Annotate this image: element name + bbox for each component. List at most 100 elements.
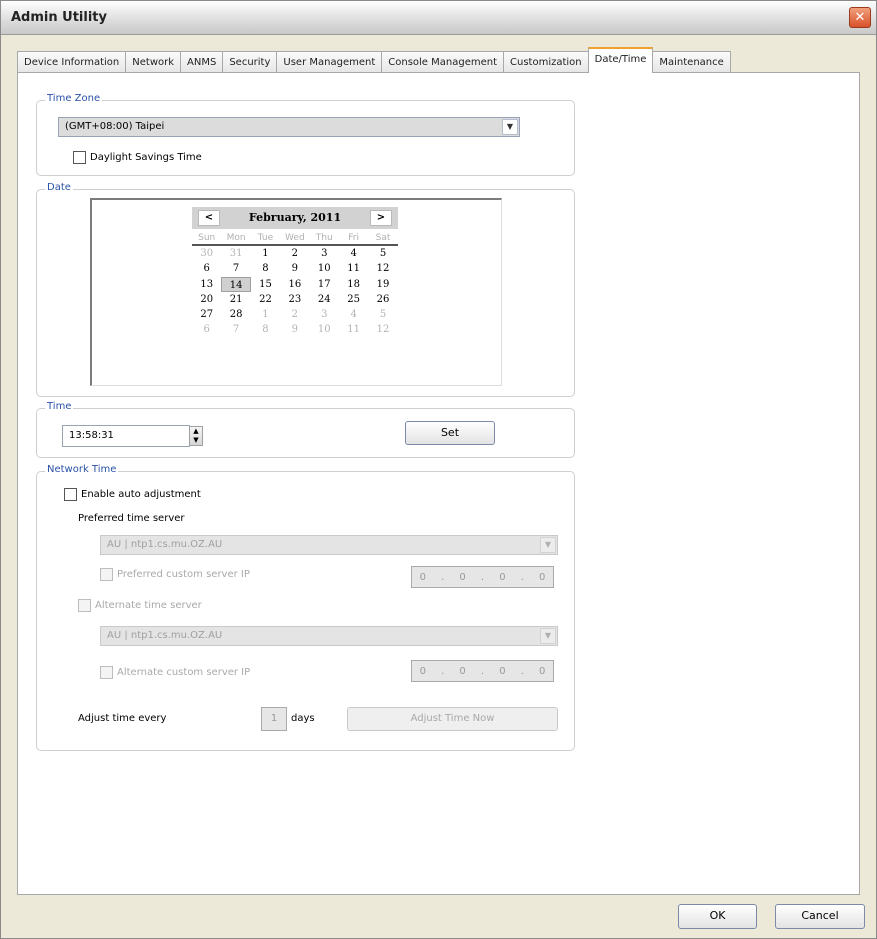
calendar-day[interactable]: 10 bbox=[310, 261, 339, 276]
calendar-day[interactable]: 8 bbox=[251, 322, 280, 337]
tab-maintenance[interactable]: Maintenance bbox=[652, 51, 731, 73]
calendar-day[interactable]: 19 bbox=[368, 277, 397, 292]
calendar-day[interactable]: 7 bbox=[221, 322, 250, 337]
calendar-day[interactable]: 20 bbox=[192, 292, 221, 307]
daylight-savings-label: Daylight Savings Time bbox=[90, 152, 202, 163]
calendar-day[interactable]: 7 bbox=[221, 261, 250, 276]
close-icon[interactable]: ✕ bbox=[849, 7, 871, 28]
time-spinner[interactable]: ▲ ▼ bbox=[189, 426, 203, 446]
ip-octet: 0 bbox=[419, 571, 426, 583]
calendar-day[interactable]: 15 bbox=[251, 277, 280, 292]
weekday-wed: Wed bbox=[280, 231, 310, 247]
calendar-day[interactable]: 12 bbox=[368, 261, 397, 276]
calendar-day[interactable]: 3 bbox=[310, 307, 339, 322]
calendar-day[interactable]: 16 bbox=[280, 277, 309, 292]
calendar-day[interactable]: 12 bbox=[368, 322, 397, 337]
calendar-day[interactable]: 21 bbox=[221, 292, 250, 307]
time-input[interactable]: 13:58:31 bbox=[62, 425, 190, 447]
calendar-week-row: 6 7 8 9 10 11 12 bbox=[192, 261, 398, 276]
time-zone-group: Time Zone (GMT+08:00) Taipei ▼ Daylight … bbox=[36, 93, 575, 176]
calendar-day[interactable]: 18 bbox=[339, 277, 368, 292]
preferred-custom-ip-label: Preferred custom server IP bbox=[117, 569, 250, 580]
calendar-day[interactable]: 11 bbox=[339, 261, 368, 276]
calendar-day[interactable]: 28 bbox=[221, 307, 250, 322]
alternate-server-select[interactable]: AU | ntp1.cs.mu.OZ.AU ▼ bbox=[100, 626, 558, 646]
ok-button[interactable]: OK bbox=[678, 904, 757, 929]
time-zone-select[interactable]: (GMT+08:00) Taipei ▼ bbox=[58, 117, 520, 137]
tab-user-management[interactable]: User Management bbox=[276, 51, 383, 73]
calendar-day[interactable]: 4 bbox=[339, 246, 368, 261]
alternate-ip-input[interactable]: 0. 0. 0. 0 bbox=[411, 660, 554, 682]
time-group: Time 13:58:31 ▲ ▼ Set bbox=[36, 401, 575, 458]
ip-octet: 0 bbox=[459, 571, 466, 583]
calendar-day[interactable]: 2 bbox=[280, 307, 309, 322]
calendar-day[interactable]: 23 bbox=[280, 292, 309, 307]
preferred-ip-input[interactable]: 0. 0. 0. 0 bbox=[411, 566, 554, 588]
calendar-day[interactable]: 9 bbox=[280, 322, 309, 337]
calendar-day[interactable]: 31 bbox=[221, 246, 250, 261]
weekday-sun: Sun bbox=[192, 231, 222, 247]
alternate-time-server-checkbox[interactable] bbox=[78, 599, 91, 612]
date-group: Date February, 2011 < > Sun Mon Tue Wed … bbox=[36, 182, 575, 397]
adjust-time-now-button[interactable]: Adjust Time Now bbox=[347, 707, 558, 731]
calendar-day[interactable]: 4 bbox=[339, 307, 368, 322]
calendar-day[interactable]: 17 bbox=[310, 277, 339, 292]
calendar-day[interactable]: 5 bbox=[368, 307, 397, 322]
alternate-custom-ip-label: Alternate custom server IP bbox=[117, 667, 251, 678]
calendar-day[interactable]: 10 bbox=[310, 322, 339, 337]
calendar-day[interactable]: 1 bbox=[251, 246, 280, 261]
calendar-prev-button[interactable]: < bbox=[198, 210, 220, 226]
ip-octet: 0 bbox=[499, 571, 506, 583]
date-legend: Date bbox=[45, 182, 73, 193]
chevron-down-icon[interactable]: ▼ bbox=[540, 537, 556, 553]
chevron-down-icon[interactable]: ▼ bbox=[502, 119, 518, 135]
calendar-day[interactable]: 9 bbox=[280, 261, 309, 276]
weekday-fri: Fri bbox=[338, 231, 369, 247]
weekday-mon: Mon bbox=[221, 231, 251, 247]
cancel-button[interactable]: Cancel bbox=[775, 904, 865, 929]
calendar-day[interactable]: 6 bbox=[192, 322, 221, 337]
chevron-down-icon[interactable]: ▼ bbox=[540, 628, 556, 644]
calendar-day[interactable]: 30 bbox=[192, 246, 221, 261]
calendar-day[interactable]: 1 bbox=[251, 307, 280, 322]
calendar-day[interactable]: 24 bbox=[310, 292, 339, 307]
tab-bar: Device Information Network ANMS Security… bbox=[17, 47, 731, 73]
tab-security[interactable]: Security bbox=[222, 51, 278, 73]
ip-octet: 0 bbox=[459, 665, 466, 677]
calendar-day[interactable]: 11 bbox=[339, 322, 368, 337]
daylight-savings-checkbox[interactable] bbox=[73, 151, 86, 164]
calendar-day[interactable]: 25 bbox=[339, 292, 368, 307]
calendar-day[interactable]: 27 bbox=[192, 307, 221, 322]
calendar-day[interactable]: 13 bbox=[192, 277, 221, 292]
calendar-day[interactable]: 26 bbox=[368, 292, 397, 307]
enable-auto-adjustment-checkbox[interactable] bbox=[64, 488, 77, 501]
preferred-custom-ip-checkbox[interactable] bbox=[100, 568, 113, 581]
set-time-button[interactable]: Set bbox=[405, 421, 495, 445]
tab-device-information[interactable]: Device Information bbox=[17, 51, 127, 73]
calendar-day[interactable]: 22 bbox=[251, 292, 280, 307]
tab-date-time[interactable]: Date/Time bbox=[587, 47, 654, 73]
calendar-day[interactable]: 3 bbox=[310, 246, 339, 261]
days-label: days bbox=[291, 713, 315, 724]
calendar-weekday-row: Sun Mon Tue Wed Thu Fri Sat bbox=[192, 231, 398, 247]
calendar-next-button[interactable]: > bbox=[370, 210, 392, 226]
network-time-legend: Network Time bbox=[45, 464, 119, 475]
tab-customization[interactable]: Customization bbox=[503, 51, 589, 73]
calendar-week-row: 30 31 1 2 3 4 5 bbox=[192, 246, 398, 261]
tab-anms[interactable]: ANMS bbox=[180, 51, 224, 73]
preferred-time-server-label: Preferred time server bbox=[78, 513, 185, 524]
alternate-custom-ip-checkbox[interactable] bbox=[100, 666, 113, 679]
tab-console-management[interactable]: Console Management bbox=[381, 51, 505, 73]
calendar-day[interactable]: 6 bbox=[192, 261, 221, 276]
calendar-day[interactable]: 5 bbox=[368, 246, 397, 261]
calendar-week-row: 27 28 1 2 3 4 5 bbox=[192, 307, 398, 322]
calendar-day[interactable]: 14 bbox=[221, 276, 251, 292]
calendar-day[interactable]: 8 bbox=[251, 261, 280, 276]
adjust-days-input[interactable]: 1 bbox=[261, 707, 287, 731]
calendar-week-row: 6 7 8 9 10 11 12 bbox=[192, 322, 398, 337]
ip-octet: 0 bbox=[539, 571, 546, 583]
tab-network[interactable]: Network bbox=[125, 51, 182, 73]
time-zone-legend: Time Zone bbox=[45, 93, 103, 104]
preferred-server-select[interactable]: AU | ntp1.cs.mu.OZ.AU ▼ bbox=[100, 535, 558, 555]
calendar-day[interactable]: 2 bbox=[280, 246, 309, 261]
